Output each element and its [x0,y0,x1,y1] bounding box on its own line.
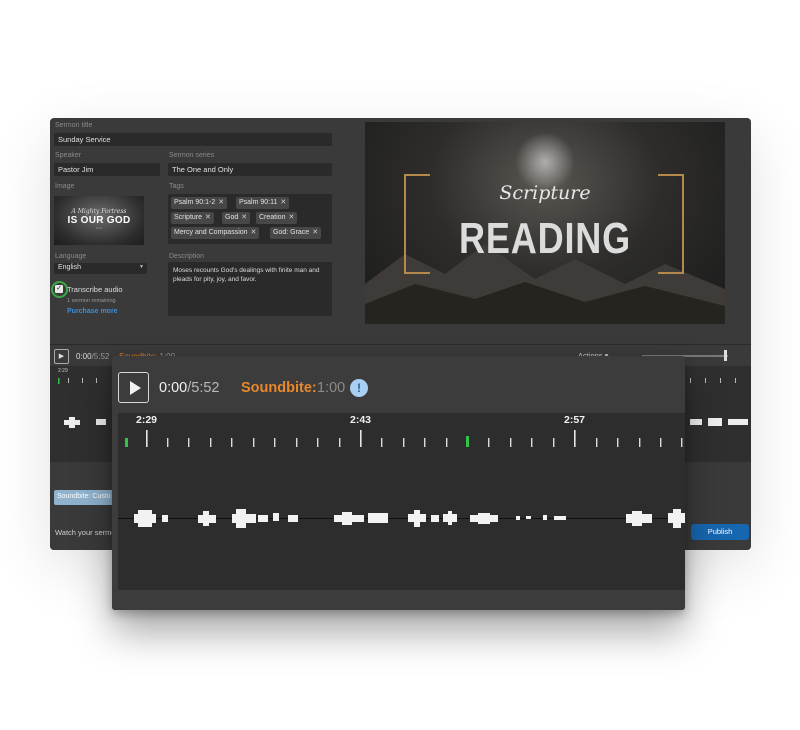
info-icon[interactable]: ! [350,379,368,397]
playback-time: 0:00/5:52 [159,380,219,396]
remove-tag-icon[interactable]: ✕ [241,214,247,221]
tick-label: 2:29 [136,414,158,426]
tag-chip[interactable]: Creation ✕ [256,212,298,224]
remove-tag-icon[interactable]: ✕ [251,229,257,236]
playback-time: 0:00/5:52 [76,352,110,361]
remove-tag-icon[interactable]: ✕ [288,214,294,221]
zoom-panel-footer [112,590,685,610]
language-value: English [58,264,81,271]
waveform-timeline[interactable] [118,413,685,590]
current-time: 0:00 [159,380,188,396]
tag-text: Psalm 90:1-2 [174,199,216,206]
tags-label: Tags [169,183,184,190]
tag-text: God: Grace [273,229,310,236]
soundbite-start-marker [125,438,128,447]
artwork-script-text: Scripture [499,182,591,204]
image-label: Image [55,183,75,190]
major-tick [146,430,148,447]
remaining-text: 1 sermon remaining [67,298,116,304]
watch-sermon-text: Watch your sermo [55,528,116,537]
remove-tag-icon[interactable]: ✕ [205,214,211,221]
transcribe-label: Transcribe audio [67,285,123,294]
tag-text: Creation [259,214,286,221]
tag-text: Mercy and Compassion [174,229,248,236]
tag-text: Psalm 90:11 [239,199,278,206]
tag-chip[interactable]: Psalm 90:1-2 ✕ [171,197,228,209]
remove-tag-icon[interactable]: ✕ [218,199,224,206]
tag-text: Scripture [174,214,203,221]
publish-button[interactable]: Publish [691,524,749,540]
soundbite-duration: 1:00 [317,380,346,396]
sermon-artwork-preview: Scripture READING [365,122,725,324]
zoomed-player-panel: 0:00/5:52 Soundbite: 1:00 ! 2:29 2:43 2:… [112,356,685,610]
artwork-title-text: READING [458,214,632,263]
stage: Sermon title Sunday Service Speaker Past… [0,0,800,730]
tag-chip[interactable]: God ✕ [222,212,251,224]
tag-chip[interactable]: God: Grace ✕ [270,227,322,239]
language-label: Language [55,253,87,260]
purchase-more-link[interactable]: Purchase more [67,308,118,315]
speaker-input[interactable]: Pastor Jim [54,163,160,176]
chevron-down-icon: ▼ [139,264,144,270]
major-tick [574,430,576,447]
total-time: /5:52 [187,380,220,396]
series-label: Sermon series [169,152,215,159]
remove-tag-icon[interactable]: ✕ [312,229,318,236]
zoom-slider-handle[interactable] [724,350,727,361]
tags-input[interactable]: Psalm 90:1-2 ✕ Psalm 90:11 ✕ Scripture ✕ Go… [168,194,332,244]
tick-label: 2:57 [564,414,586,426]
major-tick [360,430,362,447]
tick-label: 2:43 [350,414,372,426]
language-select[interactable]: English ▼ [54,263,147,274]
remove-tag-icon[interactable]: ✕ [280,199,286,206]
tag-text: God [225,214,239,221]
tag-chip[interactable]: Mercy and Compassion ✕ [171,227,260,239]
sermon-title-label: Sermon title [55,122,93,129]
soundbite-label: Soundbite: [241,380,317,396]
play-icon[interactable]: ▶ [54,349,69,364]
transcribe-checkbox[interactable]: ✓ [55,285,63,293]
tag-chip[interactable]: Scripture ✕ [171,212,214,224]
description-label: Description [169,253,205,260]
thumbnail-big-text: IS OUR GOD [67,215,131,226]
series-input[interactable]: The One and Only [168,163,332,176]
thumbnail-ornament: • • • [96,226,102,230]
waveform [118,430,685,528]
tag-chip[interactable]: Psalm 90:11 ✕ [236,197,290,209]
play-icon [130,381,141,395]
sermon-title-input[interactable]: Sunday Service [54,133,332,146]
speaker-label: Speaker [55,152,82,159]
play-button[interactable] [118,372,149,403]
thumbnail-small-text: A Mighty Fortress [71,208,127,215]
description-textarea[interactable]: Moses recounts God's dealings with finit… [168,262,332,316]
soundbite-end-marker [466,436,469,447]
sermon-image-thumbnail[interactable]: A Mighty Fortress IS OUR GOD • • • [54,196,144,245]
